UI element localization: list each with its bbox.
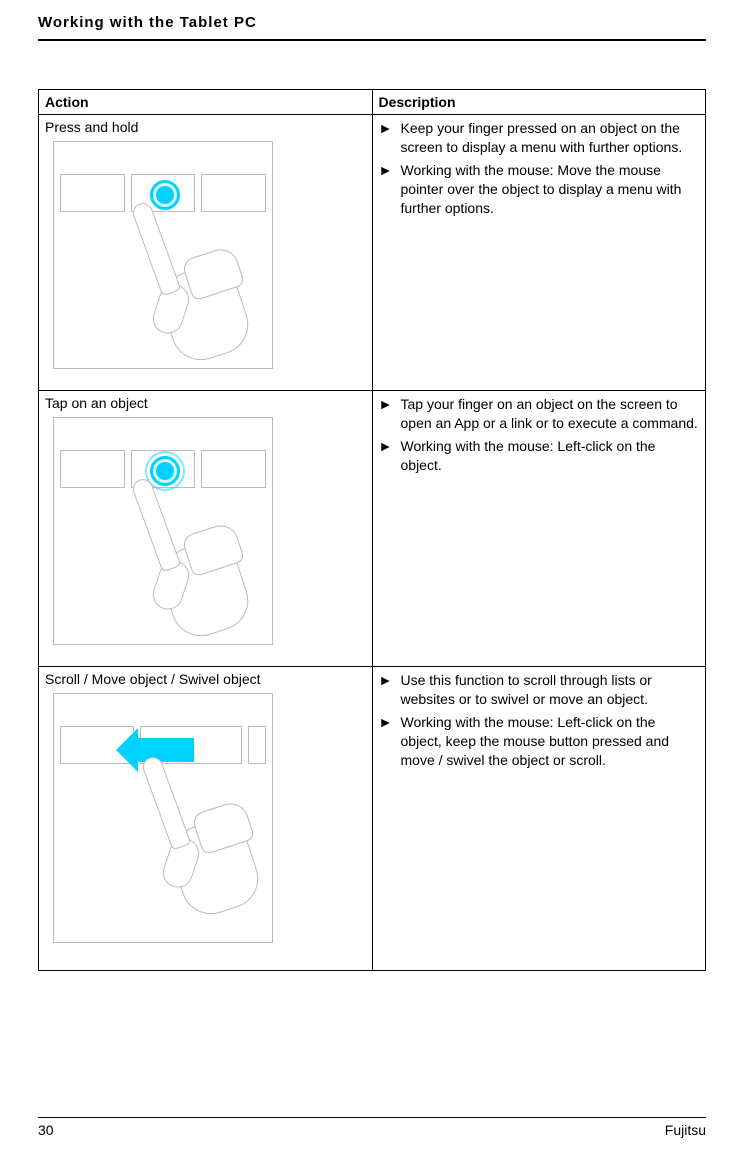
arrow-right-icon: ► [379,161,401,218]
description-item: ► Working with the mouse: Left-click on … [379,437,700,475]
action-label-press-hold: Press and hold [45,119,366,135]
column-header-description: Description [372,90,706,115]
scroll-illustration [53,693,273,943]
footer-brand: Fujitsu [665,1122,706,1138]
arrow-right-icon: ► [379,119,401,157]
gesture-table: Action Description Press and hold [38,89,706,971]
description-item: ► Keep your finger pressed on an object … [379,119,700,157]
press-hold-illustration [53,141,273,369]
page-number: 30 [38,1122,54,1138]
description-item: ► Working with the mouse: Move the mouse… [379,161,700,218]
description-item: ► Working with the mouse: Left-click on … [379,713,700,770]
tile-icon [60,174,125,212]
hand-icon [148,198,268,358]
description-text: Tap your finger on an object on the scre… [401,395,700,433]
footer-divider [38,1117,706,1118]
description-text: Use this function to scroll through list… [401,671,700,709]
description-item: ► Tap your finger on an object on the sc… [379,395,700,433]
page-header-title: Working with the Tablet PC [38,14,706,39]
description-text: Working with the mouse: Left-click on th… [401,713,700,770]
description-text: Working with the mouse: Move the mouse p… [401,161,700,218]
tap-illustration [53,417,273,645]
column-header-action: Action [39,90,373,115]
table-row: Press and hold [39,115,706,391]
table-row: Tap on an object [39,391,706,667]
description-text: Keep your finger pressed on an object on… [401,119,700,157]
arrow-right-icon: ► [379,671,401,709]
tile-icon [60,450,125,488]
hand-icon [148,474,268,634]
arrow-right-icon: ► [379,395,401,433]
header-divider [38,39,706,41]
description-item: ► Use this function to scroll through li… [379,671,700,709]
action-label-scroll: Scroll / Move object / Swivel object [45,671,366,687]
hand-icon [158,752,278,912]
page-footer: 30 Fujitsu [38,1117,706,1138]
description-text: Working with the mouse: Left-click on th… [401,437,700,475]
action-label-tap: Tap on an object [45,395,366,411]
table-row: Scroll / Move object / Swivel object [39,667,706,971]
arrow-right-icon: ► [379,437,401,475]
arrow-right-icon: ► [379,713,401,770]
